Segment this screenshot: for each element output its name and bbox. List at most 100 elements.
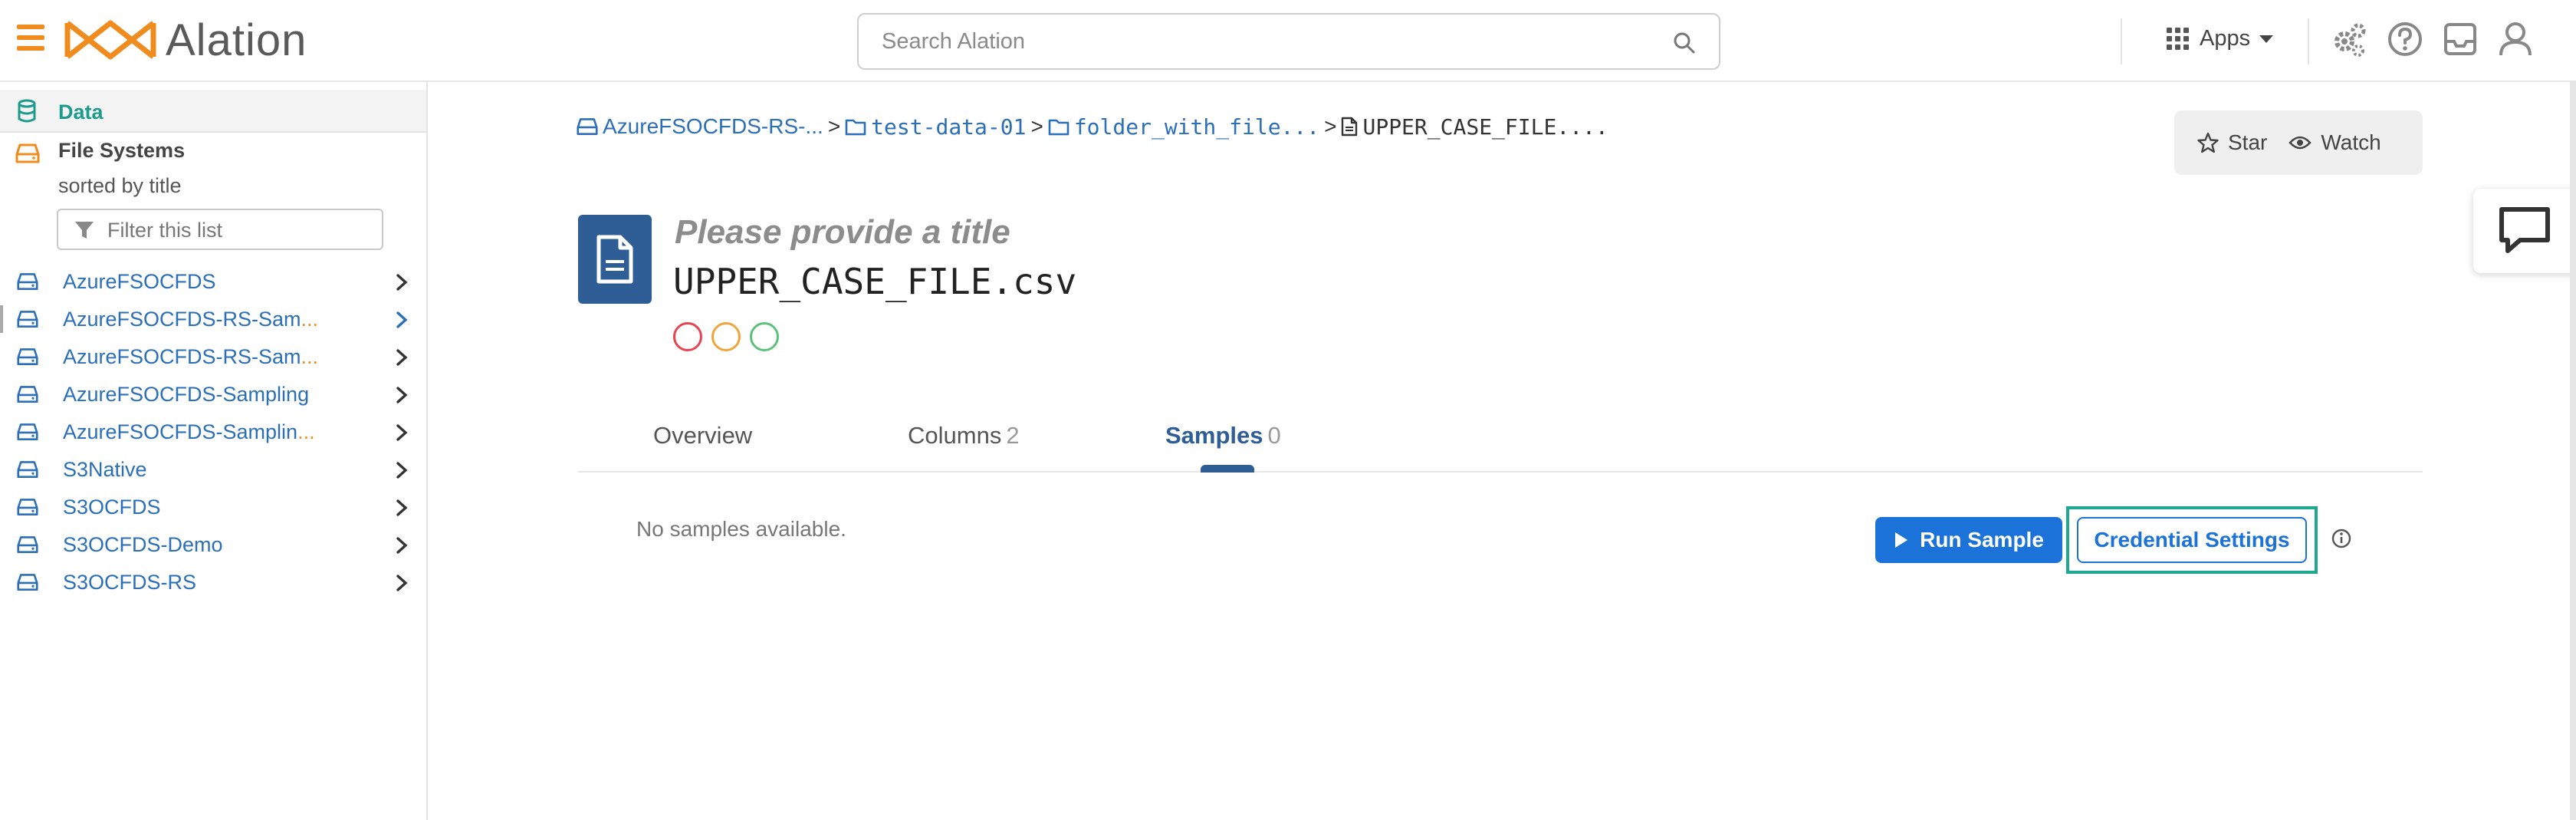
search-box[interactable] <box>857 13 1720 70</box>
sidebar-item-label: AzureFSOCFDS-RS-Sam... <box>63 345 319 368</box>
sidebar-filter-input[interactable] <box>106 218 374 242</box>
endorsement-flag-icon[interactable] <box>750 322 779 351</box>
tab-bar: Overview Columns 2 Samples 0 <box>578 407 2423 473</box>
object-filename: UPPER_CASE_FILE.csv <box>673 261 1077 302</box>
tab-label: Samples <box>1165 422 1263 449</box>
breadcrumb-item[interactable]: test-data-01 <box>845 114 1026 140</box>
file-system-icon <box>17 311 38 328</box>
warning-flag-icon[interactable] <box>711 322 741 351</box>
search-input[interactable] <box>880 27 1647 56</box>
active-tab-indicator <box>1201 465 1254 473</box>
breadcrumb-separator: > <box>1030 114 1043 138</box>
menu-icon[interactable] <box>17 25 44 51</box>
breadcrumb-label: AzureFSOCFDS-RS-... <box>603 114 823 138</box>
info-icon[interactable] <box>2331 528 2352 549</box>
eye-icon <box>2288 136 2312 150</box>
database-icon <box>18 99 36 123</box>
file-system-icon <box>15 143 40 163</box>
caret-down-icon <box>2259 35 2274 43</box>
divider <box>2308 18 2309 64</box>
sidebar-item[interactable]: S3Native <box>0 451 426 488</box>
sidebar-item-label: S3OCFDS-Demo <box>63 533 223 556</box>
sidebar-item-label: AzureFSOCFDS-RS-Sam... <box>63 308 319 331</box>
document-icon <box>596 235 633 284</box>
inbox-icon[interactable] <box>2441 20 2479 58</box>
sidebar-filter-box[interactable] <box>57 209 383 250</box>
divider <box>2121 18 2122 64</box>
chat-button[interactable] <box>2473 189 2576 273</box>
breadcrumb-item[interactable]: folder_with_file... <box>1048 114 1319 140</box>
filter-icon <box>75 222 94 239</box>
chevron-right-icon[interactable] <box>396 423 408 442</box>
tab-overview[interactable]: Overview <box>653 422 757 450</box>
search-icon[interactable] <box>1673 31 1696 54</box>
chevron-right-icon[interactable] <box>396 461 408 479</box>
sidebar-data-header[interactable]: Data <box>0 90 426 133</box>
file-system-icon <box>17 273 38 290</box>
sidebar-item[interactable]: S3OCFDS-Demo <box>0 526 426 563</box>
watch-button[interactable]: Watch <box>2288 130 2381 155</box>
user-icon[interactable] <box>2496 20 2535 58</box>
file-system-icon <box>17 348 38 365</box>
folder-icon <box>845 119 866 136</box>
credential-settings-button[interactable]: Credential Settings <box>2077 517 2307 563</box>
chevron-right-icon[interactable] <box>396 311 408 329</box>
file-system-icon <box>17 386 38 403</box>
tab-columns[interactable]: Columns 2 <box>908 422 1020 450</box>
no-samples-message: No samples available. <box>636 517 846 541</box>
sidebar-item[interactable]: S3OCFDS <box>0 489 426 525</box>
breadcrumb-item[interactable]: AzureFSOCFDS-RS-... <box>577 114 823 139</box>
logo-mark-icon <box>64 20 156 60</box>
file-icon <box>1342 117 1358 137</box>
help-icon[interactable] <box>2386 20 2424 58</box>
chevron-right-icon[interactable] <box>396 273 408 291</box>
sidebar-item[interactable]: AzureFSOCFDS-RS-Sam... <box>0 338 426 375</box>
breadcrumb-separator: > <box>827 114 841 138</box>
sidebar-item[interactable]: AzureFSOCFDS-Samplin... <box>0 413 426 450</box>
run-sample-label: Run Sample <box>1920 528 2044 552</box>
tab-samples[interactable]: Samples 0 <box>1165 422 1281 450</box>
deprecation-flag-icon[interactable] <box>673 322 702 351</box>
right-scroll-rail[interactable] <box>2570 82 2576 820</box>
folder-icon <box>1048 119 1070 136</box>
file-system-icon <box>17 574 38 591</box>
file-object-icon <box>578 215 652 304</box>
file-system-icon <box>577 118 598 135</box>
alation-logo[interactable]: Alation <box>64 15 307 65</box>
logo-text: Alation <box>166 15 307 65</box>
watch-label: Watch <box>2321 130 2381 154</box>
chevron-right-icon[interactable] <box>396 499 408 517</box>
star-label: Star <box>2228 130 2268 154</box>
title-placeholder[interactable]: Please provide a title <box>675 213 1010 252</box>
sidebar-item[interactable]: S3OCFDS-RS <box>0 564 426 601</box>
chevron-right-icon[interactable] <box>396 386 408 404</box>
sidebar: Data File Systems sorted by title AzureF… <box>0 82 428 820</box>
sidebar-data-label: Data <box>58 100 104 123</box>
sidebar-item[interactable]: AzureFSOCFDS-RS-Sam... <box>0 301 426 338</box>
settings-gears-icon[interactable] <box>2331 20 2369 58</box>
sidebar-item[interactable]: AzureFSOCFDS-Sampling <box>0 376 426 413</box>
breadcrumb-label: test-data-01 <box>871 114 1027 140</box>
breadcrumb: AzureFSOCFDS-RS-... > test-data-01 > fol… <box>577 114 1608 140</box>
chevron-right-icon[interactable] <box>396 536 408 555</box>
chevron-right-icon[interactable] <box>396 574 408 592</box>
breadcrumb-item-current: UPPER_CASE_FILE.... <box>1341 114 1608 140</box>
star-button[interactable]: Star <box>2197 130 2267 155</box>
apps-grid-icon <box>2167 28 2189 50</box>
sidebar-sort-label: sorted by title <box>58 174 182 197</box>
trust-flags <box>673 322 788 351</box>
run-sample-button[interactable]: Run Sample <box>1875 517 2062 563</box>
tab-count: 0 <box>1267 422 1281 449</box>
sidebar-item[interactable]: AzureFSOCFDS <box>0 263 426 300</box>
sidebar-item-label: AzureFSOCFDS <box>63 270 216 293</box>
tab-label: Columns <box>908 422 1002 449</box>
chevron-right-icon[interactable] <box>396 348 408 367</box>
sidebar-item-label: S3Native <box>63 458 147 481</box>
file-system-icon <box>17 461 38 478</box>
sidebar-section-title: File Systems <box>58 139 186 162</box>
tab-count: 2 <box>1006 422 1020 449</box>
star-icon <box>2197 132 2219 153</box>
breadcrumb-separator: > <box>1324 114 1337 138</box>
apps-menu-button[interactable]: Apps <box>2167 26 2274 51</box>
breadcrumb-label: UPPER_CASE_FILE.... <box>1362 114 1608 140</box>
